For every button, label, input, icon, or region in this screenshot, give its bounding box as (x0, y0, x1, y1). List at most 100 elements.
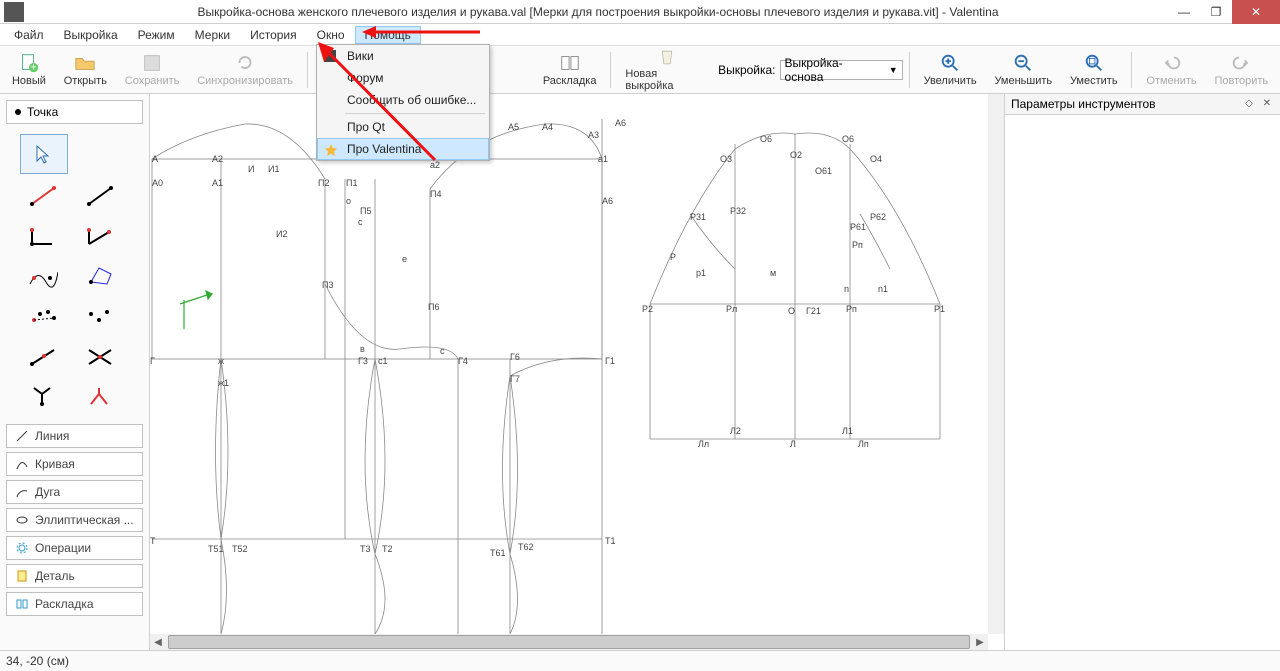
tool-fork2[interactable] (77, 378, 123, 414)
open-button[interactable]: Открыть (56, 48, 115, 92)
pt-label: е (402, 254, 407, 264)
panel-header: Параметры инструментов ◇ ✕ (1005, 94, 1280, 115)
tool-multi[interactable] (20, 298, 66, 334)
redo-icon (1230, 52, 1252, 74)
pt-label: Р2 (642, 304, 653, 314)
sync-icon (234, 52, 256, 74)
sync-button[interactable]: Синхронизировать (189, 48, 301, 92)
minimize-button[interactable]: — (1168, 0, 1200, 24)
tool-dots[interactable] (77, 298, 123, 334)
group-ellipse[interactable]: Эллиптическая ... (6, 508, 143, 532)
pt-label: О (788, 306, 795, 316)
tool-cross[interactable] (77, 338, 123, 374)
zoom-in-button[interactable]: Увеличить (916, 48, 985, 92)
pattern-selector: Выкройка: Выкройка-основа ▼ (718, 60, 903, 80)
zoom-fit-button[interactable]: Уместить (1062, 48, 1125, 92)
maximize-button[interactable]: ❐ (1200, 0, 1232, 24)
group-arc[interactable]: Дуга (6, 480, 143, 504)
menu-measures[interactable]: Мерки (185, 26, 240, 44)
menu-mode[interactable]: Режим (128, 26, 185, 44)
pattern-combo[interactable]: Выкройка-основа ▼ (780, 60, 903, 80)
help-menu-about-qt[interactable]: Про Qt (317, 116, 489, 138)
pt-label: O6 (760, 134, 772, 144)
tool-polygon[interactable] (77, 258, 123, 294)
pt-label: O61 (815, 166, 832, 176)
help-menu-popup: Вики Форум Сообщить об ошибке... Про Qt … (316, 44, 490, 161)
pt-label: Лп (858, 439, 869, 449)
menu-pattern[interactable]: Выкройка (54, 26, 128, 44)
tool-angle[interactable] (20, 218, 66, 254)
help-menu-wiki[interactable]: Вики (317, 45, 489, 67)
group-line[interactable]: Линия (6, 424, 143, 448)
dots-icon (85, 304, 115, 328)
pt-label: А2 (212, 154, 223, 164)
pattern-label: Выкройка: (718, 63, 775, 77)
pt-label: Лл (698, 439, 709, 449)
pt-label: р1 (696, 268, 706, 278)
panel-float-icon[interactable]: ◇ (1242, 97, 1256, 111)
pt-label: А (152, 154, 158, 164)
scroll-left-icon[interactable]: ◀ (150, 637, 166, 648)
help-menu-forum[interactable]: Форум (317, 67, 489, 89)
menu-file[interactable]: Файл (4, 26, 54, 44)
panel-body (1005, 115, 1280, 650)
menu-help[interactable]: Помощь (355, 26, 421, 44)
layout-mini-icon (15, 597, 29, 611)
arc-icon (15, 485, 29, 499)
scrollbar-horizontal[interactable]: ◀ ▶ (150, 634, 988, 650)
save-button[interactable]: Сохранить (117, 48, 187, 92)
group-ops[interactable]: Операции (6, 536, 143, 560)
tool-angle2[interactable] (77, 218, 123, 254)
group-detail[interactable]: Деталь (6, 564, 143, 588)
new-button[interactable]: + Новый (4, 48, 54, 92)
pt-label: O3 (720, 154, 732, 164)
points-icon (28, 304, 58, 328)
menubar: Файл Выкройка Режим Мерки История Окно П… (0, 24, 1280, 46)
undo-button[interactable]: Отменить (1138, 48, 1204, 92)
right-panel: Параметры инструментов ◇ ✕ (1005, 94, 1280, 650)
pt-label: Г1 (605, 356, 615, 366)
pt-label: Г21 (806, 306, 821, 316)
tool-fork[interactable] (20, 378, 66, 414)
drawing-canvas[interactable]: А А0 А1 А2 А3 А4 А5 А6 а1 А6 а2 И И1 И2 … (150, 94, 988, 634)
pt-label: П4 (430, 189, 441, 199)
scroll-right-icon[interactable]: ▶ (972, 637, 988, 648)
group-curve[interactable]: Кривая (6, 452, 143, 476)
canvas-area: А А0 А1 А2 А3 А4 А5 А6 а1 А6 а2 И И1 И2 … (150, 94, 1005, 650)
group-layout[interactable]: Раскладка (6, 592, 143, 616)
menu-history[interactable]: История (240, 26, 307, 44)
star-icon (324, 143, 338, 157)
zoom-out-icon (1012, 52, 1034, 74)
tool-group-header[interactable]: Точка (6, 100, 143, 124)
zoom-out-button[interactable]: Уменьшить (987, 48, 1060, 92)
pt-label: Г3 (358, 356, 368, 366)
scroll-thumb[interactable] (168, 635, 970, 649)
pt-label: Л (790, 439, 796, 449)
zoom-fit-icon (1083, 52, 1105, 74)
close-button[interactable]: ✕ (1232, 0, 1280, 24)
new-pattern-button[interactable]: Новая выкройка (617, 48, 716, 92)
tool-line-red[interactable] (20, 178, 66, 214)
tool-perp[interactable] (20, 338, 66, 374)
tool-line-black[interactable] (77, 178, 123, 214)
status-bar: 34, -20 (см) (0, 650, 1280, 671)
spline-icon (28, 264, 58, 288)
redo-button[interactable]: Повторить (1207, 48, 1276, 92)
pt-label: с (440, 346, 445, 356)
chevron-down-icon: ▼ (889, 65, 898, 75)
angle-icon (85, 224, 115, 248)
detail-icon (15, 569, 29, 583)
layout-button[interactable]: Раскладка (535, 48, 604, 92)
pt-label: O6 (842, 134, 854, 144)
help-menu-about-valentina[interactable]: Про Valentina (317, 138, 489, 160)
cursor-icon (33, 143, 55, 165)
pt-label: Рп (852, 240, 863, 250)
tool-cursor[interactable] (20, 134, 68, 174)
status-coords: 34, -20 (см) (6, 654, 69, 668)
help-menu-report-bug[interactable]: Сообщить об ошибке... (317, 89, 489, 111)
panel-close-icon[interactable]: ✕ (1260, 97, 1274, 111)
scrollbar-vertical[interactable] (988, 94, 1004, 634)
pt-label: А4 (542, 122, 553, 132)
tool-spline[interactable] (20, 258, 66, 294)
menu-window[interactable]: Окно (307, 26, 355, 44)
